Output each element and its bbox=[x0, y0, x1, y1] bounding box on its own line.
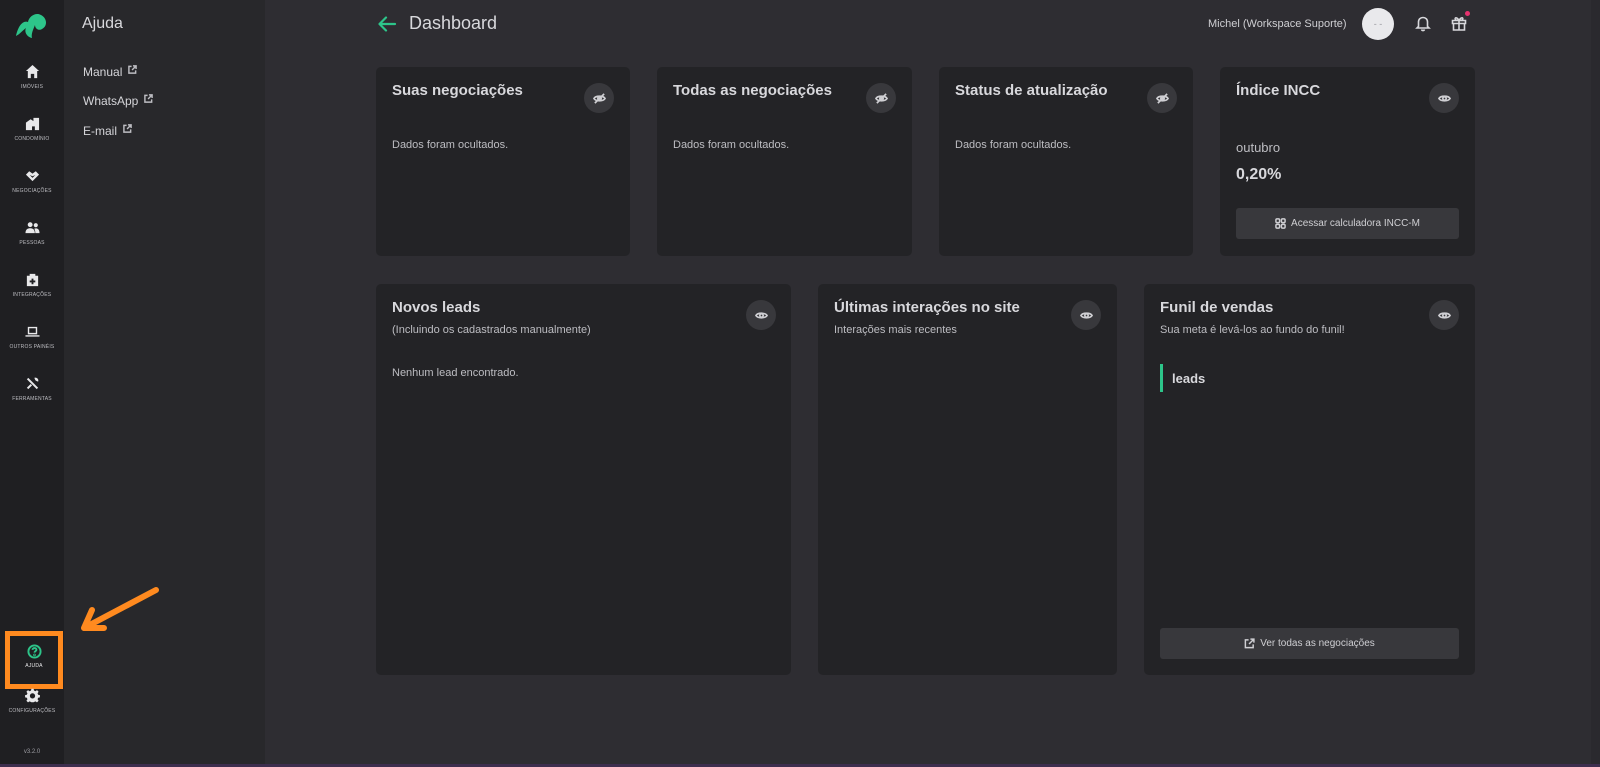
card-body-text: Dados foram ocultados. bbox=[673, 139, 790, 151]
notifications-button[interactable] bbox=[1414, 14, 1432, 32]
card-suas-negociacoes: Suas negociações Dados foram ocultados. bbox=[376, 67, 630, 256]
help-link-email[interactable]: E-mail bbox=[83, 123, 132, 138]
card-body-text: Dados foram ocultados. bbox=[392, 139, 509, 151]
bell-icon bbox=[1415, 16, 1431, 32]
eye-icon bbox=[1437, 311, 1451, 319]
card-title: Índice INCC bbox=[1236, 82, 1321, 99]
nav-label: OUTROS PAINÉIS bbox=[9, 344, 55, 350]
card-todas-negociacoes: Todas as negociações Dados foram ocultad… bbox=[657, 67, 912, 256]
card-status-atualizacao: Status de atualização Dados foram oculta… bbox=[939, 67, 1193, 256]
nav-label: CONFIGURAÇÕES bbox=[8, 708, 56, 714]
eye-off-icon bbox=[592, 92, 606, 104]
calculator-icon bbox=[1275, 218, 1286, 229]
funnel-stage-bar bbox=[1160, 364, 1163, 392]
card-title: Status de atualização bbox=[955, 82, 1108, 99]
eye-off-icon bbox=[874, 92, 888, 104]
help-link-whatsapp[interactable]: WhatsApp bbox=[83, 93, 154, 108]
nav-item-condominio[interactable]: CONDOMÍNIO bbox=[0, 112, 64, 162]
funnel-stage-label[interactable]: leads bbox=[1172, 371, 1205, 386]
nav-item-pessoas[interactable]: PESSOAS bbox=[0, 216, 64, 266]
home-icon bbox=[25, 64, 39, 79]
help-link-manual[interactable]: Manual bbox=[83, 64, 138, 79]
card-title: Últimas interações no site bbox=[834, 299, 1020, 316]
help-link-label: WhatsApp bbox=[83, 94, 139, 108]
card-ultimas-interacoes: Últimas interações no site Interações ma… bbox=[818, 284, 1117, 675]
nav-item-outros-paineis[interactable]: OUTROS PAINÉIS bbox=[0, 320, 64, 370]
laptop-icon bbox=[24, 326, 40, 337]
scrollbar[interactable] bbox=[1591, 0, 1600, 764]
toggle-visibility-button[interactable] bbox=[1147, 83, 1177, 113]
incc-value: 0,20% bbox=[1236, 166, 1282, 183]
nav-item-integracoes[interactable]: INTEGRAÇÕES bbox=[0, 268, 64, 318]
logo-icon[interactable] bbox=[14, 10, 50, 40]
gear-icon bbox=[24, 688, 40, 703]
toggle-visibility-button[interactable] bbox=[1071, 300, 1101, 330]
card-novos-leads: Novos leads (Incluindo os cadastrados ma… bbox=[376, 284, 791, 675]
nav-label: NEGOCIAÇÕES bbox=[12, 188, 52, 194]
card-subtitle: Sua meta é levá-los ao fundo do funil! bbox=[1160, 324, 1345, 336]
help-panel-title: Ajuda bbox=[82, 15, 123, 32]
gift-icon bbox=[1451, 17, 1467, 31]
annotation-arrow-icon bbox=[81, 587, 159, 631]
integration-icon bbox=[26, 273, 38, 287]
card-subtitle: (Incluindo os cadastrados manualmente) bbox=[392, 324, 591, 336]
user-name[interactable]: Michel (Workspace Suporte) bbox=[1208, 18, 1347, 30]
avatar[interactable]: - - bbox=[1362, 8, 1394, 40]
help-panel: Ajuda Manual WhatsApp E-mail bbox=[64, 0, 265, 767]
nav-label: IMÓVEIS bbox=[20, 84, 44, 90]
button-label: Acessar calculadora INCC-M bbox=[1291, 218, 1420, 229]
button-label: Ver todas as negociações bbox=[1260, 638, 1375, 649]
help-link-label: E-mail bbox=[83, 124, 118, 138]
people-icon bbox=[24, 222, 40, 234]
nav-item-ferramentas[interactable]: FERRAMENTAS bbox=[0, 372, 64, 422]
card-body-text: Dados foram ocultados. bbox=[955, 139, 1072, 151]
building-icon bbox=[25, 117, 39, 131]
nav-item-negociacoes[interactable]: NEGOCIAÇÕES bbox=[0, 164, 64, 214]
card-body-text: Nenhum lead encontrado. bbox=[392, 367, 519, 379]
back-arrow-icon[interactable] bbox=[377, 15, 397, 33]
handshake-icon bbox=[25, 171, 39, 182]
nav-label: PESSOAS bbox=[19, 240, 45, 246]
view-all-negotiations-button[interactable]: Ver todas as negociações bbox=[1160, 628, 1459, 659]
card-title: Funil de vendas bbox=[1160, 299, 1274, 316]
external-link-icon bbox=[144, 93, 154, 103]
card-title: Todas as negociações bbox=[673, 82, 832, 99]
toggle-visibility-button[interactable] bbox=[746, 300, 776, 330]
nav-label: INTEGRAÇÕES bbox=[12, 292, 52, 298]
external-link-icon bbox=[1244, 638, 1255, 649]
nav-item-configuracoes[interactable]: CONFIGURAÇÕES bbox=[0, 684, 64, 734]
nav-label: CONDOMÍNIO bbox=[14, 136, 50, 142]
nav-label: AJUDA bbox=[25, 663, 43, 669]
card-indice-incc: Índice INCC outubro 0,20% Acessar calcul… bbox=[1220, 67, 1475, 256]
nav-item-ajuda[interactable]: AJUDA bbox=[5, 631, 63, 689]
eye-icon bbox=[1079, 311, 1093, 319]
main-nav-rail: IMÓVEIS CONDOMÍNIO NEGOCIAÇÕES PESSOAS I… bbox=[0, 0, 64, 767]
nav-item-imoveis[interactable]: IMÓVEIS bbox=[0, 60, 64, 110]
eye-icon bbox=[1437, 94, 1451, 102]
help-circle-icon bbox=[26, 644, 42, 659]
help-link-label: Manual bbox=[83, 65, 123, 79]
toggle-visibility-button[interactable] bbox=[584, 83, 614, 113]
card-title: Suas negociações bbox=[392, 82, 523, 99]
card-subtitle: Interações mais recentes bbox=[834, 324, 957, 336]
eye-off-icon bbox=[1155, 92, 1169, 104]
page-title: Dashboard bbox=[409, 13, 498, 33]
external-link-icon bbox=[128, 64, 138, 74]
notification-dot bbox=[1465, 11, 1470, 16]
toggle-visibility-button[interactable] bbox=[1429, 300, 1459, 330]
external-link-icon bbox=[123, 123, 132, 133]
toggle-visibility-button[interactable] bbox=[1429, 83, 1459, 113]
card-funil-vendas: Funil de vendas Sua meta é levá-los ao f… bbox=[1144, 284, 1475, 675]
app-window: IMÓVEIS CONDOMÍNIO NEGOCIAÇÕES PESSOAS I… bbox=[0, 0, 1600, 767]
incc-calculator-button[interactable]: Acessar calculadora INCC-M bbox=[1236, 208, 1459, 239]
tools-icon bbox=[26, 377, 38, 390]
nav-label: FERRAMENTAS bbox=[12, 396, 52, 402]
gifts-button[interactable] bbox=[1450, 11, 1470, 32]
eye-icon bbox=[754, 311, 768, 319]
card-title: Novos leads bbox=[392, 299, 481, 316]
incc-month: outubro bbox=[1236, 140, 1281, 155]
version-label: v3.2.0 bbox=[23, 749, 41, 755]
toggle-visibility-button[interactable] bbox=[866, 83, 896, 113]
